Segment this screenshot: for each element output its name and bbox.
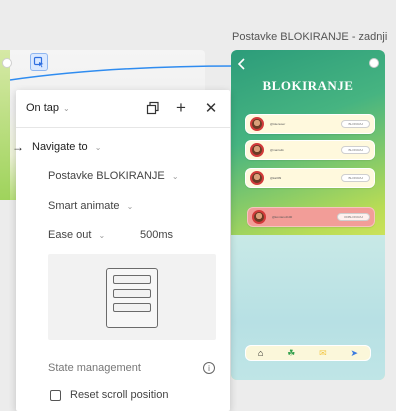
preview-bar (113, 303, 151, 312)
panel-header: On tap ⌄ (16, 90, 230, 126)
reset-scroll-label: Reset scroll position (70, 389, 169, 401)
easing-label: Ease out (48, 229, 92, 241)
user-name: @mario4k (270, 148, 284, 152)
unblock-button[interactable]: ODBLOKIRAJ (336, 213, 370, 221)
preview-bar (113, 275, 151, 284)
add-interaction-icon[interactable]: + (172, 98, 190, 117)
preview-bar (113, 289, 151, 298)
destination-frame-title[interactable]: Postavke BLOKIRANJE - zadnji (232, 31, 387, 43)
avatar (252, 210, 266, 224)
close-icon[interactable]: ✕ (202, 99, 220, 117)
chevron-down-icon[interactable]: ⌄ (63, 104, 70, 113)
blocked-user-card[interactable]: @kontanu3x00 ODBLOKIRAJ (247, 207, 375, 227)
source-frame-scroll-indicator (2, 58, 12, 68)
block-button[interactable]: BLOKIRAJ (341, 174, 370, 182)
destination-phone-frame[interactable]: BLOKIRANJE @lolenuser BLOKIRAJ @mario4k … (231, 50, 385, 380)
user-card[interactable]: @ka009 BLOKIRAJ (245, 168, 375, 188)
block-button[interactable]: BLOKIRAJ (341, 146, 370, 154)
action-arrow-icon: → (12, 140, 24, 154)
reset-scroll-checkbox[interactable] (50, 390, 61, 401)
state-management-label: State management (48, 362, 141, 374)
chevron-down-icon: ⌄ (94, 143, 102, 152)
user-name: @kontanu3x00 (272, 215, 293, 219)
animation-label: Smart animate (48, 200, 120, 212)
duplicate-interaction-icon[interactable] (144, 99, 162, 117)
easing-dropdown[interactable]: Ease out ⌄ (48, 229, 105, 241)
hotspot-glyph-icon (33, 56, 44, 68)
phone-title: BLOKIRANJE (262, 78, 354, 93)
action-dropdown[interactable]: Navigate to ⌄ (32, 141, 101, 153)
avatar (250, 143, 264, 157)
user-card[interactable]: @lolenuser BLOKIRAJ (245, 114, 375, 134)
user-name: @ka009 (270, 176, 282, 180)
bottom-nav-bar: ⌂ ☘ ✉ ➤ (245, 345, 371, 361)
chevron-down-icon: ⌄ (98, 231, 106, 240)
info-icon[interactable]: i (203, 362, 215, 374)
trigger-dropdown[interactable]: On tap (26, 102, 59, 114)
action-label: Navigate to (32, 141, 88, 153)
home-icon[interactable]: ⌂ (258, 348, 263, 358)
block-button[interactable]: BLOKIRAJ (341, 120, 370, 128)
interaction-hotspot-icon[interactable] (30, 53, 48, 71)
source-frame-edge (0, 50, 10, 200)
destination-dropdown[interactable]: Postavke BLOKIRANJE ⌄ (48, 170, 179, 182)
chevron-down-icon: ⌄ (126, 202, 134, 211)
phone-scroll-indicator (369, 58, 379, 68)
avatar (250, 117, 264, 131)
animation-preview (48, 254, 216, 340)
destination-label: Postavke BLOKIRANJE (48, 170, 165, 182)
user-name: @lolenuser (270, 122, 286, 126)
send-icon[interactable]: ➤ (351, 348, 359, 359)
avatar (250, 171, 264, 185)
plant-icon[interactable]: ☘ (287, 348, 295, 359)
duration-input[interactable]: 500ms (140, 229, 173, 241)
preview-device-icon (106, 268, 158, 328)
animation-dropdown[interactable]: Smart animate ⌄ (48, 200, 133, 212)
panel-divider (16, 127, 230, 128)
chevron-down-icon: ⌄ (171, 172, 179, 181)
back-chevron-icon[interactable] (237, 58, 247, 70)
mail-icon[interactable]: ✉ (319, 348, 327, 359)
user-card[interactable]: @mario4k BLOKIRAJ (245, 140, 375, 160)
